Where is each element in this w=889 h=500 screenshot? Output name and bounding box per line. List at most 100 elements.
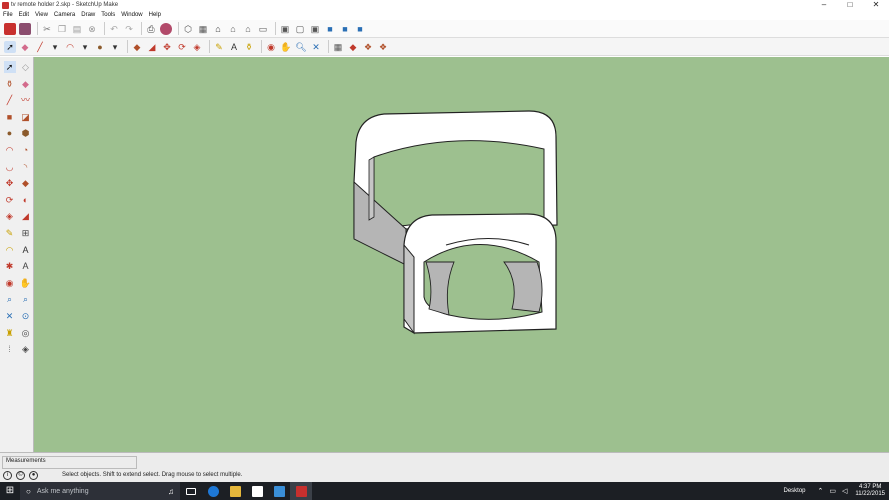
two-point-arc-icon[interactable]: ◝ — [20, 161, 32, 173]
tape-measure-icon[interactable]: ✎ — [4, 227, 16, 239]
model-info-icon[interactable] — [160, 22, 172, 35]
shaded-texture-icon[interactable]: ■ — [339, 23, 351, 35]
undo-icon[interactable]: ↶ — [108, 23, 120, 35]
walk-icon[interactable]: ⁞ — [4, 343, 16, 355]
erase-icon[interactable]: ⊗ — [86, 23, 98, 35]
zoom-window-icon[interactable]: ⌕ — [20, 293, 32, 305]
print-icon[interactable]: ⎙ — [145, 23, 157, 35]
follow-me-icon[interactable]: ◐ — [20, 194, 32, 206]
polygon-icon[interactable]: ⬢ — [20, 127, 32, 139]
menu-view[interactable]: View — [35, 12, 48, 18]
text-icon[interactable]: A — [228, 41, 240, 53]
zoom-extents-icon[interactable]: ✕ — [4, 310, 16, 322]
arc-icon[interactable]: ◠ — [4, 144, 16, 156]
offset-icon[interactable]: ◢ — [20, 210, 32, 222]
account-icon[interactable]: ● — [29, 471, 38, 480]
three-point-arc-icon[interactable]: ◡ — [4, 161, 16, 173]
dimension-icon[interactable]: ⊞ — [20, 227, 32, 239]
front-view-icon[interactable]: ⌂ — [212, 23, 224, 35]
desktop-toolbar-label[interactable]: Desktop — [784, 488, 806, 494]
close-button[interactable]: ✕ — [863, 0, 889, 10]
paste-icon[interactable]: ▤ — [71, 23, 83, 35]
move-icon[interactable]: ✥ — [4, 177, 16, 189]
orbit-icon[interactable]: ◉ — [265, 41, 277, 53]
orbit-icon[interactable]: ◉ — [4, 277, 16, 289]
model-viewport[interactable] — [34, 57, 889, 452]
cortana-search[interactable]: ○ Ask me anything ♫ — [20, 482, 180, 500]
rectangle-icon[interactable]: ■ — [4, 111, 16, 123]
start-button[interactable]: ⊞ — [0, 482, 20, 500]
line-dropdown-icon[interactable]: ▾ — [49, 41, 61, 53]
protractor-icon[interactable]: ◠ — [4, 244, 16, 256]
section-plane-icon[interactable]: ◈ — [20, 343, 32, 355]
menu-window[interactable]: Window — [121, 12, 142, 18]
network-icon[interactable]: ▭ — [829, 487, 836, 495]
zoom-icon[interactable]: 🔍︎ — [295, 41, 307, 53]
hidden-line-icon[interactable]: ▣ — [309, 23, 321, 35]
iso-view-icon[interactable]: ⬡ — [182, 23, 194, 35]
minimize-button[interactable]: – — [811, 0, 837, 10]
push-pull-icon[interactable]: ◆ — [131, 41, 143, 53]
menu-tools[interactable]: Tools — [101, 12, 115, 18]
photos-taskbar-icon[interactable] — [268, 482, 290, 500]
line-icon[interactable]: ╱ — [34, 41, 46, 53]
rotate-icon[interactable]: ⟳ — [176, 41, 188, 53]
extension-icon[interactable] — [19, 22, 31, 35]
extension-warehouse-icon[interactable]: ◆ — [347, 41, 359, 53]
redo-icon[interactable]: ↷ — [123, 23, 135, 35]
wireframe-icon[interactable]: ▢ — [294, 23, 306, 35]
clock[interactable]: 4:37 PM 11/22/2015 — [855, 484, 885, 498]
move-icon[interactable]: ✥ — [161, 41, 173, 53]
shaded-icon[interactable]: ■ — [324, 23, 336, 35]
xray-icon[interactable]: ▣ — [279, 23, 291, 35]
arc-icon[interactable]: ◠ — [64, 41, 76, 53]
shape-dropdown-icon[interactable]: ▾ — [109, 41, 121, 53]
paint-bucket-icon[interactable]: ⚱ — [243, 41, 255, 53]
tape-measure-icon[interactable]: ✎ — [213, 41, 225, 53]
menu-camera[interactable]: Camera — [54, 12, 75, 18]
menu-file[interactable]: File — [3, 12, 13, 18]
3d-warehouse-icon[interactable] — [4, 22, 16, 35]
volume-icon[interactable]: ◁ — [842, 487, 847, 495]
cut-icon[interactable]: ✂ — [41, 23, 53, 35]
offset-icon[interactable]: ◢ — [146, 41, 158, 53]
look-around-icon[interactable]: ◎ — [20, 327, 32, 339]
3d-text-icon[interactable]: A — [20, 260, 32, 272]
push-pull-icon[interactable]: ◆ — [20, 177, 32, 189]
select-icon[interactable]: ➚ — [4, 40, 16, 53]
freehand-icon[interactable]: 〰 — [20, 94, 32, 106]
styles-icon[interactable]: ❖ — [377, 41, 389, 53]
warehouse-icon[interactable]: ▦ — [332, 41, 344, 53]
edge-taskbar-icon[interactable] — [202, 482, 224, 500]
position-camera-icon[interactable]: ♜ — [4, 327, 16, 339]
back-view-icon[interactable]: ⌂ — [242, 23, 254, 35]
search-input[interactable]: Ask me anything — [37, 488, 89, 495]
pie-icon[interactable]: ◔ — [20, 144, 32, 156]
rotate-icon[interactable]: ⟳ — [4, 194, 16, 206]
scale-icon[interactable]: ◈ — [4, 210, 16, 222]
file-explorer-taskbar-icon[interactable] — [224, 482, 246, 500]
chevron-up-icon[interactable]: ⌃ — [818, 487, 824, 495]
menu-draw[interactable]: Draw — [81, 12, 95, 18]
left-view-icon[interactable]: ▭ — [257, 23, 269, 35]
credits-icon[interactable]: © — [16, 471, 25, 480]
make-component-icon[interactable]: ◇ — [20, 61, 32, 73]
scale-icon[interactable]: ◈ — [191, 41, 203, 53]
menu-edit[interactable]: Edit — [19, 12, 29, 18]
axes-icon[interactable]: ✱ — [4, 260, 16, 272]
microphone-icon[interactable]: ♫ — [168, 487, 174, 496]
circle-icon[interactable]: ● — [4, 127, 16, 139]
maximize-button[interactable]: □ — [837, 0, 863, 10]
monochrome-icon[interactable]: ■ — [354, 23, 366, 35]
line-icon[interactable]: ╱ — [4, 94, 16, 106]
components-icon[interactable]: ❖ — [362, 41, 374, 53]
rectangle-icon[interactable]: ● — [94, 41, 106, 53]
task-view-button[interactable] — [180, 482, 202, 500]
rotated-rect-icon[interactable]: ◪ — [20, 111, 32, 123]
top-view-icon[interactable]: ▦ — [197, 23, 209, 35]
previous-icon[interactable]: ⊙ — [20, 310, 32, 322]
zoom-extents-icon[interactable]: ✕ — [310, 41, 322, 53]
pan-icon[interactable]: ✋ — [280, 41, 292, 53]
paint-bucket-icon[interactable]: ⚱ — [4, 78, 16, 90]
copy-icon[interactable]: ❐ — [56, 23, 68, 35]
